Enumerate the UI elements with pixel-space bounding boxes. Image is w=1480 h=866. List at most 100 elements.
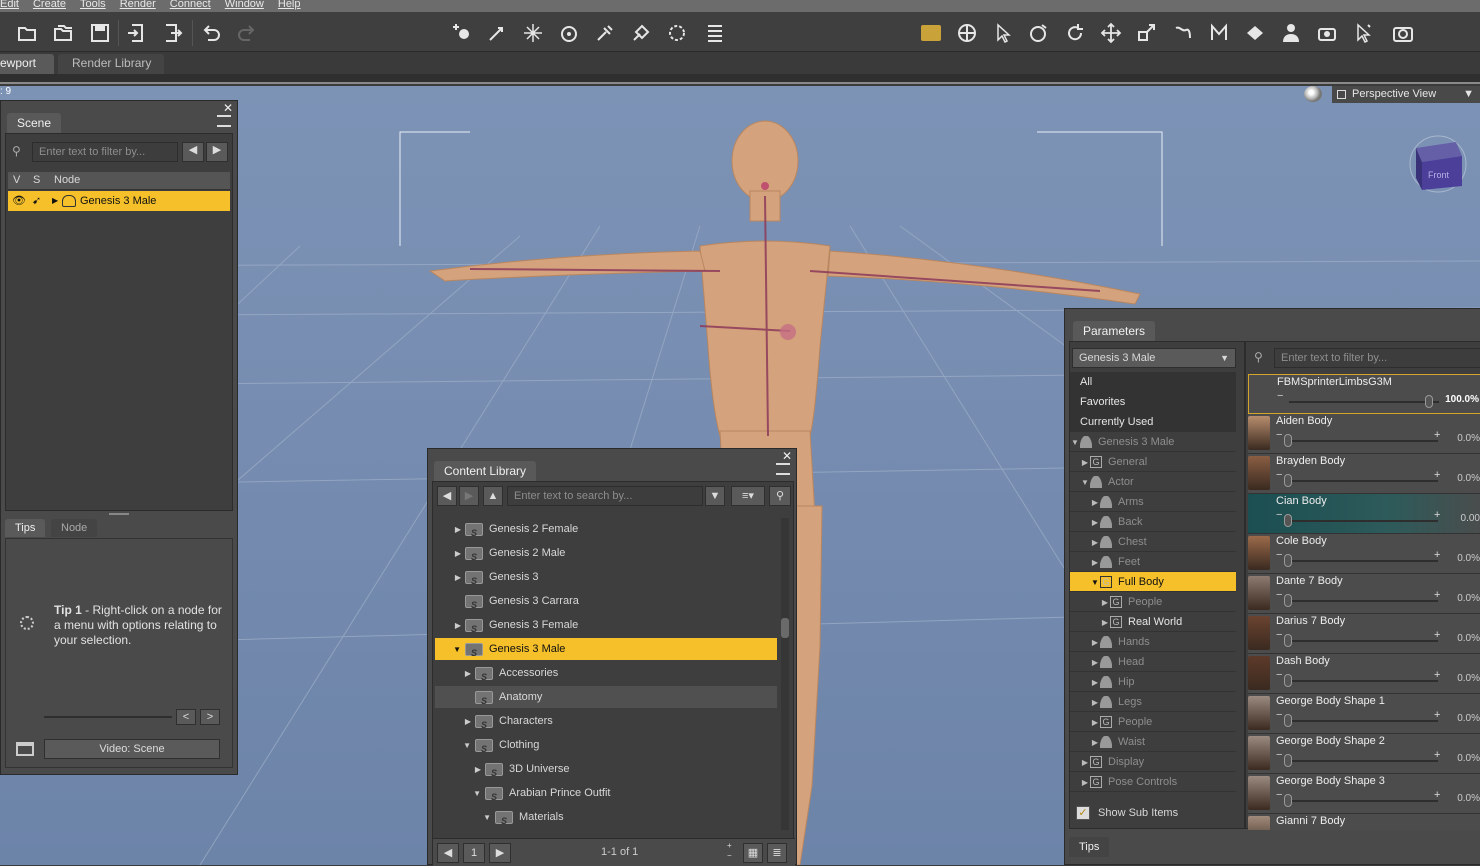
forward-button[interactable]: ▶ [459,486,479,506]
menu-connect[interactable]: Connect [170,0,211,12]
tab-content-library[interactable]: Content Library [434,461,537,481]
slider-knob[interactable] [1425,395,1433,408]
increment-button[interactable]: + [1434,429,1440,441]
decrement-button[interactable]: − [1276,829,1282,830]
icon-view-button[interactable]: ▦ [743,843,763,863]
slider-value[interactable]: 100.0% [1445,394,1479,405]
scene-filter-input[interactable]: Enter text to filter by... [32,142,178,162]
slider-knob[interactable] [1284,474,1292,487]
back-button[interactable]: ◀ [437,486,457,506]
filter-prev-button[interactable]: ◀ [182,142,204,162]
expand-arrow-icon[interactable]: ▶ [1090,713,1100,733]
merge-icon[interactable] [51,20,77,46]
up-button[interactable]: ▲ [483,486,503,506]
content-item[interactable]: ▶ Accessories [435,662,777,688]
slider-track[interactable] [1288,440,1438,442]
column-node[interactable]: Node [54,174,80,186]
expand-arrow-icon[interactable]: ▶ [435,711,475,733]
page-prev-button[interactable]: ◀ [437,843,459,863]
expand-arrow-icon[interactable]: ▶ [1090,653,1100,673]
morph-slider[interactable]: Dash Body − +0.0% [1248,654,1480,694]
column-selectable[interactable]: S [33,174,40,186]
node-weight-icon[interactable] [1242,20,1268,46]
slider-knob[interactable] [1284,714,1292,727]
increment-button[interactable]: + [1434,589,1440,601]
parameter-group-item[interactable]: ▶ Head [1070,652,1236,672]
increment-button[interactable]: + [1434,749,1440,761]
scrollbar[interactable] [781,518,789,830]
menu-tools[interactable]: Tools [80,0,106,12]
content-item[interactable]: ▶ 3D Universe [435,758,777,784]
slider-knob[interactable] [1284,794,1292,807]
show-sub-items-checkbox[interactable]: ✓ [1076,806,1090,820]
undo-icon[interactable] [198,20,224,46]
slider-track[interactable] [1288,600,1438,602]
parameter-group-item[interactable]: ▶ G People [1070,592,1236,612]
tab-node[interactable]: Node [51,519,98,537]
scale-icon[interactable] [1134,20,1160,46]
save-icon[interactable] [87,20,113,46]
content-item[interactable]: ▼ Clothing [435,734,777,760]
content-item[interactable]: Genesis 3 Carrara [435,590,777,616]
search-dropdown-button[interactable]: ▼ [705,486,725,506]
export-icon[interactable] [160,20,186,46]
expand-arrow-icon[interactable]: ▶ [1100,613,1110,633]
camera-tool-icon[interactable] [1314,20,1340,46]
slider-track[interactable] [1288,480,1438,482]
expand-arrow-icon[interactable]: ▶ [1090,633,1100,653]
surface-selection-icon[interactable] [592,20,618,46]
expand-arrow-icon[interactable]: ▶ [1090,673,1100,693]
expand-arrow-icon[interactable]: ▶ [435,519,465,541]
expand-arrow-icon[interactable]: ▶ [435,759,485,781]
expand-arrow-icon[interactable]: ▼ [435,807,495,829]
parameter-group-item[interactable]: ▶ Legs [1070,692,1236,712]
parameter-group-item[interactable]: ▶ Hands [1070,632,1236,652]
menu-window[interactable]: Window [225,0,264,12]
morph-slider[interactable]: Aiden Body − +0.0% [1248,414,1480,454]
expand-arrow-icon[interactable]: ▼ [435,639,465,661]
tip-prev-button[interactable]: < [176,709,196,725]
increment-button[interactable]: + [1434,709,1440,721]
parameter-group-item[interactable]: ▶ G Display [1070,752,1236,772]
parameter-group-item[interactable]: ▶ G Pose Controls [1070,772,1236,792]
increment-button[interactable]: + [1434,669,1440,681]
decrement-button[interactable]: − [1276,429,1282,441]
list-view-button[interactable]: ≣ [767,843,787,863]
slider-track[interactable] [1288,720,1438,722]
slider-value[interactable]: 0.0% [1457,633,1480,644]
column-visible[interactable]: V [13,174,20,186]
morph-slider[interactable]: Cian Body − +0.00 [1248,494,1480,534]
translate-icon[interactable] [1098,20,1124,46]
eye-icon[interactable]: 👁 [12,191,26,211]
decrement-button[interactable]: − [1276,509,1282,521]
decrement-button[interactable]: − [1276,589,1282,601]
expand-arrow-icon[interactable]: ▶ [1080,453,1090,473]
tab-render-library[interactable]: Render Library [58,54,164,74]
slider-value[interactable]: 0.0% [1457,753,1480,764]
page-number-field[interactable]: 1 [463,843,485,863]
decrement-button[interactable]: − [1276,549,1282,561]
viewport-options-icon[interactable] [1304,86,1322,102]
slider-track[interactable] [1288,520,1438,522]
parameter-group-item[interactable]: ▶ Feet [1070,552,1236,572]
parameter-group-item[interactable]: ▶ G General [1070,452,1236,472]
expand-arrow-icon[interactable]: ▼ [1070,433,1080,453]
node-select-dropdown[interactable]: Genesis 3 Male ▼ [1072,348,1236,368]
close-icon[interactable]: ✕ [782,449,792,463]
expand-arrow-icon[interactable]: ▶ [435,615,465,637]
parameter-group-item[interactable]: ▶ G Real World [1070,612,1236,632]
slider-value[interactable]: 0.0% [1457,793,1480,804]
rotate-icon[interactable] [1062,20,1088,46]
slider-value[interactable]: 0.0% [1457,553,1480,564]
view-cube[interactable]: Front [1408,134,1468,194]
parameter-group-item[interactable]: ▶ Chest [1070,532,1236,552]
node-selection-tool-icon[interactable] [448,20,474,46]
tab-viewport[interactable]: ewport [0,54,54,74]
parameter-group-item[interactable]: ▼ Genesis 3 Male [1070,432,1236,452]
content-item[interactable]: Anatomy [435,686,777,712]
parameter-group-item[interactable]: ▼ Actor [1070,472,1236,492]
slider-value[interactable]: 0.0% [1457,673,1480,684]
expand-arrow-icon[interactable]: ▼ [435,783,485,805]
database-icon[interactable]: ≡▾ [731,486,765,506]
parameters-filter-input[interactable]: Enter text to filter by... [1274,348,1480,368]
